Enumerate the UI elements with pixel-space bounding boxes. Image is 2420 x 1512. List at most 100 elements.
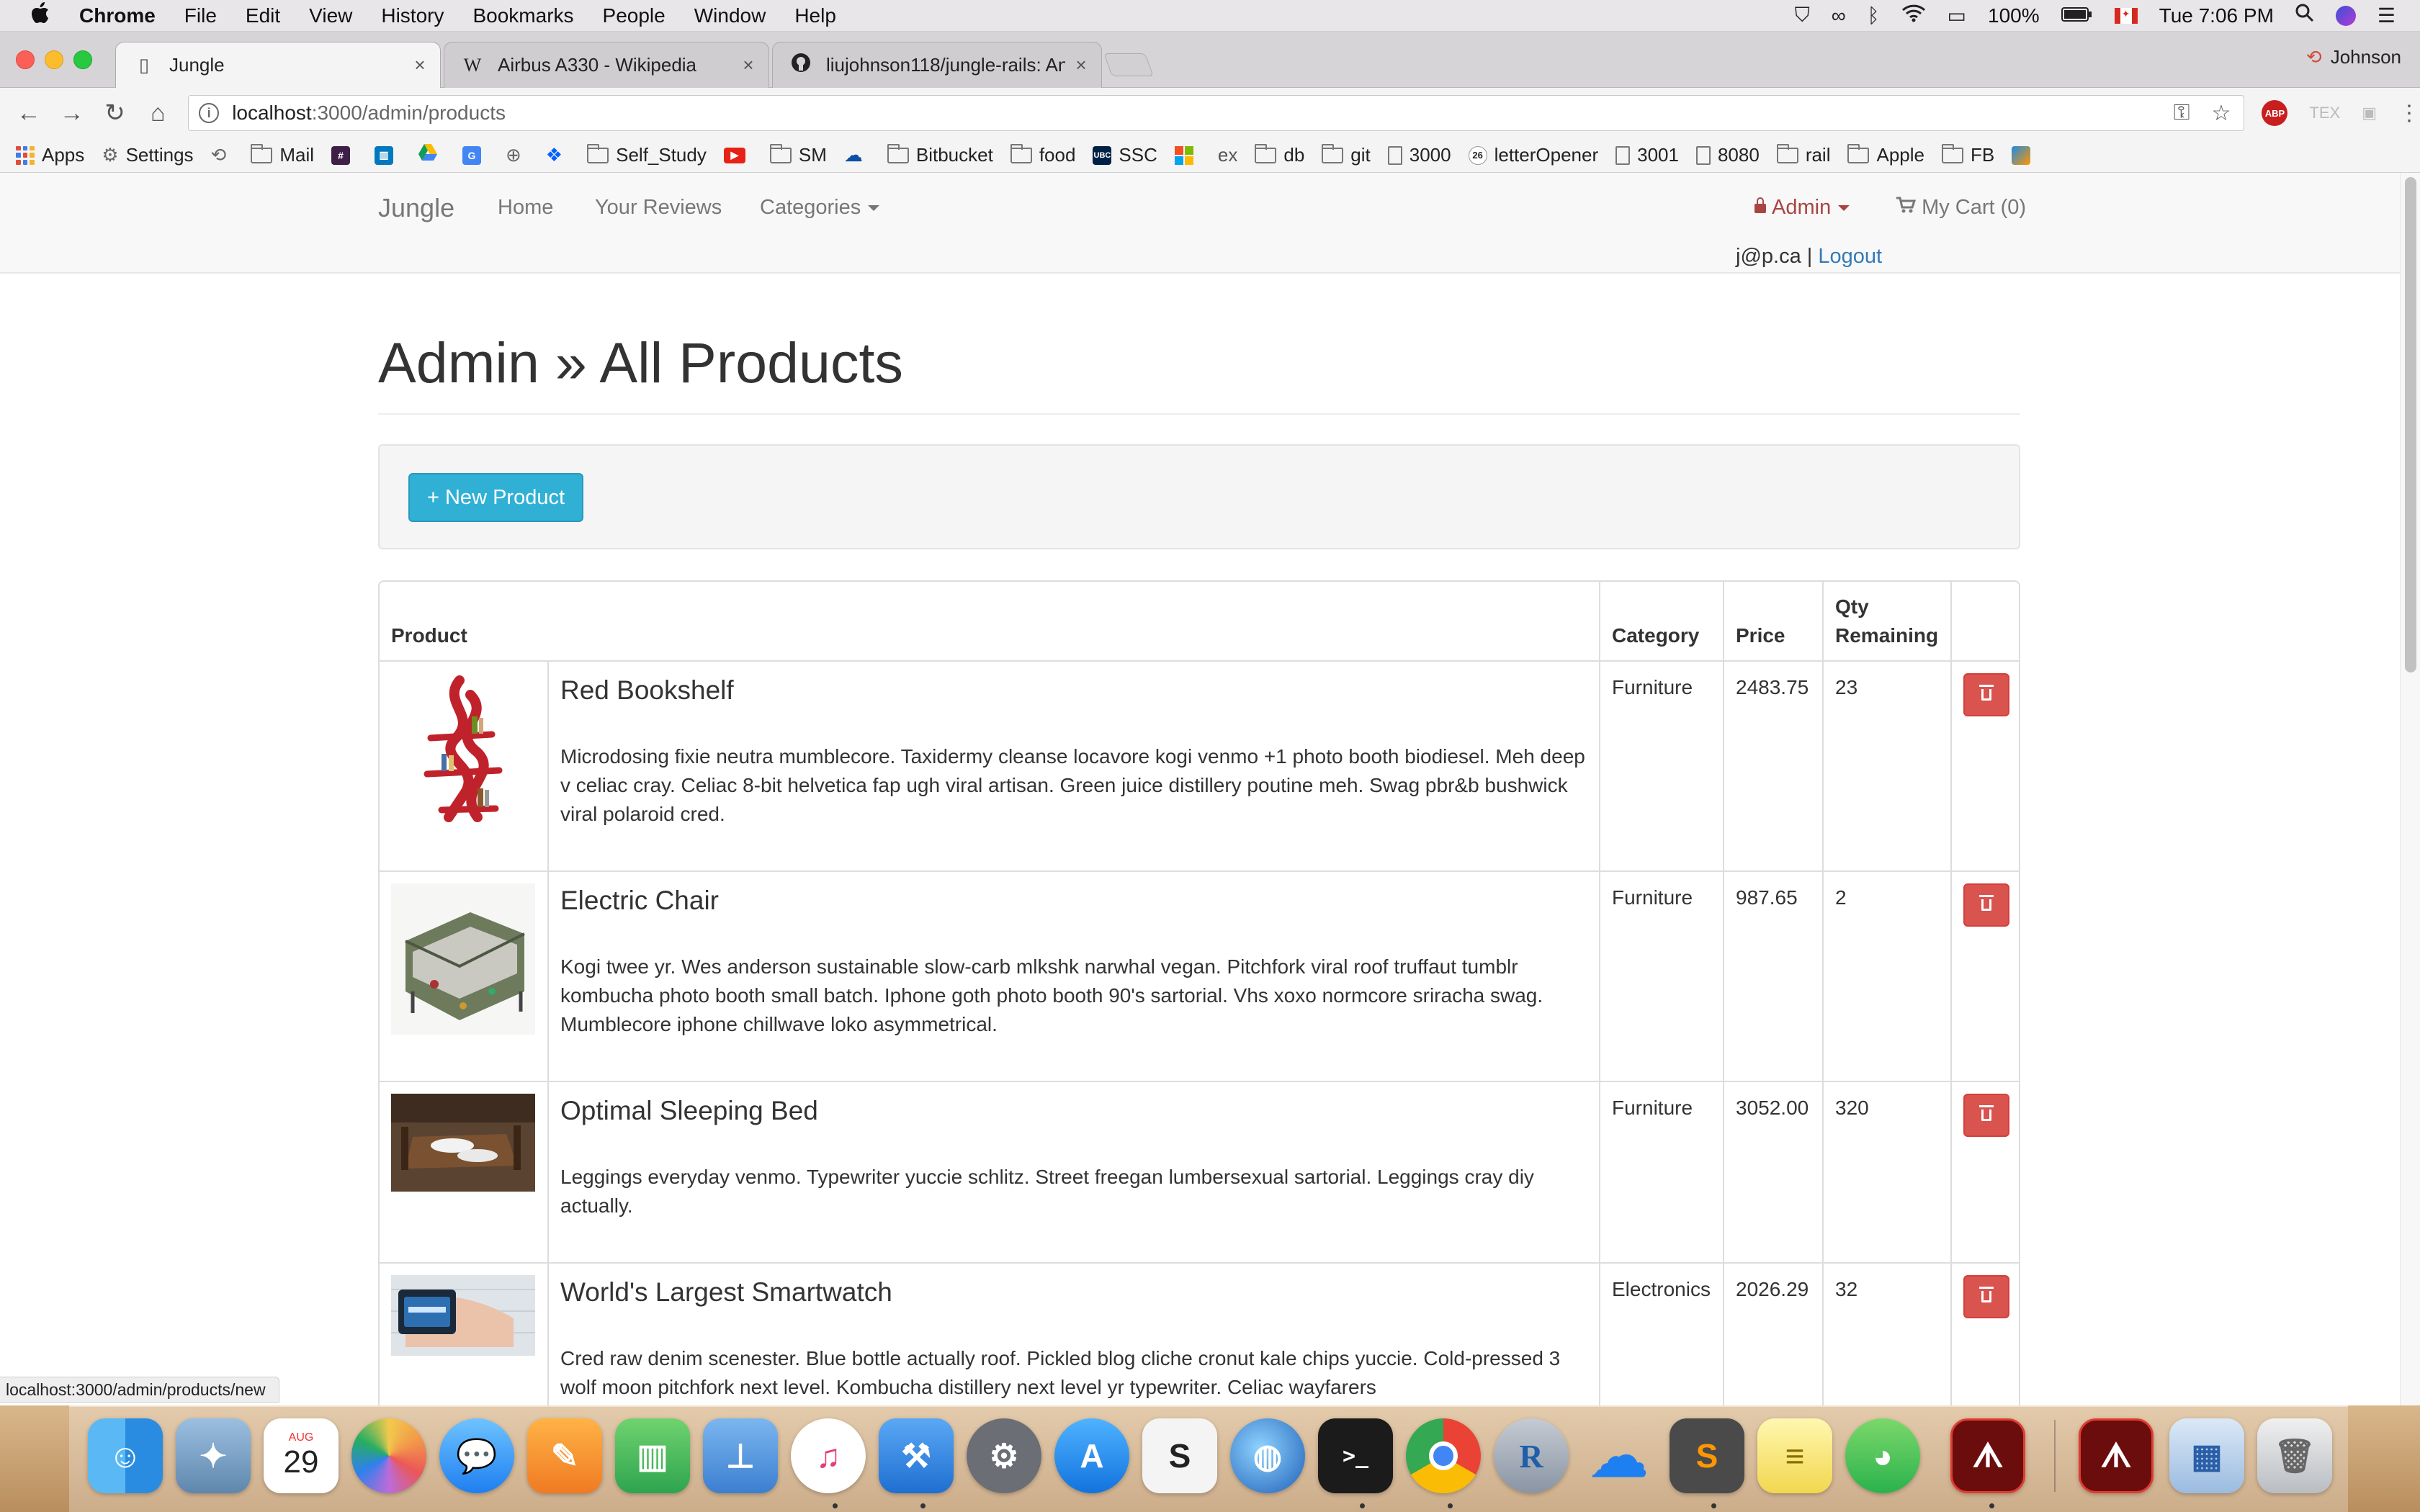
my-cart-link[interactable]: My Cart (0)	[1896, 196, 2026, 220]
tab-github[interactable]: liujohnson118/jungle-rails: An ×	[772, 42, 1102, 88]
bookmark-3000[interactable]: 3000	[1387, 144, 1451, 166]
bookmark-fb[interactable]: FB	[1941, 143, 1994, 166]
menu-edit[interactable]: Edit	[246, 4, 280, 27]
itunes-icon[interactable]: ♫	[791, 1418, 866, 1493]
bookmark-letteropener[interactable]: 26 letterOpener	[1468, 144, 1598, 166]
page-scrollbar[interactable]	[2400, 173, 2420, 1405]
tab-close-icon[interactable]: ×	[740, 54, 757, 76]
bookmark-food[interactable]: food	[1010, 143, 1075, 166]
bookmark-youtube[interactable]: ▶	[723, 147, 753, 163]
finder-icon[interactable]: ☺	[88, 1418, 163, 1493]
bookmark-translate[interactable]: G	[462, 145, 488, 165]
camera-extension-icon[interactable]: ▣	[2362, 104, 2377, 122]
xcode-icon[interactable]: ⚒	[879, 1418, 954, 1493]
apple-menu-icon[interactable]	[26, 1, 55, 30]
bookmark-circle[interactable]: ⊕	[506, 144, 529, 166]
wechat-icon[interactable]: ◕	[1845, 1418, 1920, 1493]
site-info-icon[interactable]: i	[199, 103, 220, 123]
tab-wikipedia[interactable]: W Airbus A330 - Wikipedia ×	[444, 42, 769, 88]
bookmark-db[interactable]: db	[1255, 143, 1304, 166]
preview-icon[interactable]: ✦	[176, 1418, 251, 1493]
menu-file[interactable]: File	[184, 4, 217, 27]
menu-bookmarks[interactable]: Bookmarks	[472, 4, 573, 27]
delete-product-button[interactable]	[1963, 1275, 2009, 1318]
menu-clock[interactable]: Tue 7:06 PM	[2159, 4, 2274, 27]
delete-product-button[interactable]	[1963, 673, 2009, 716]
nav-categories-dropdown[interactable]: Categories	[760, 196, 880, 220]
canada-flag-icon[interactable]	[2114, 7, 2138, 24]
bookmark-settings[interactable]: ⚙ Settings	[102, 144, 193, 166]
bookmark-star-icon[interactable]: ☆	[2212, 101, 2231, 126]
tex-extension-icon[interactable]: TEX	[2309, 104, 2340, 122]
pages-icon[interactable]: ✎	[527, 1418, 602, 1493]
bookmark-ssc[interactable]: UBC SSC	[1093, 144, 1157, 166]
bookmark-8080[interactable]: 8080	[1695, 144, 1760, 166]
product-image-electric-chair[interactable]	[391, 883, 535, 1035]
terminal-icon[interactable]: >_	[1318, 1418, 1393, 1493]
menu-window[interactable]: Window	[694, 4, 766, 27]
tab-jungle[interactable]: ▯ Jungle ×	[115, 42, 441, 88]
logout-link[interactable]: Logout	[1818, 245, 1882, 268]
slack-icon[interactable]: S	[1142, 1418, 1217, 1493]
bookmark-microsoft[interactable]	[1174, 145, 1201, 165]
bookmark-cloud[interactable]: ☁	[844, 144, 870, 166]
infinity-icon[interactable]: ∞	[1832, 4, 1846, 27]
product-image-optimal-sleeping-bed[interactable]	[391, 1094, 535, 1192]
product-image-worlds-largest-smartwatch[interactable]	[391, 1275, 535, 1356]
bookmark-ex[interactable]: ex	[1218, 144, 1237, 166]
bookmark-drive[interactable]	[418, 143, 445, 167]
bookmark-sm[interactable]: SM	[769, 143, 827, 166]
acrobat-icon[interactable]: ᗑ	[1950, 1418, 2025, 1493]
profile-switcher[interactable]: ⟲ Johnson	[2306, 46, 2401, 68]
battery-icon[interactable]	[2061, 4, 2093, 27]
bookmark-apple[interactable]: Apple	[1847, 143, 1924, 166]
r-icon[interactable]: R	[1494, 1418, 1569, 1493]
window-zoom-button[interactable]	[73, 50, 92, 69]
bookmark-apps[interactable]: Apps	[16, 144, 84, 166]
keynote-icon[interactable]: ⊥	[703, 1418, 778, 1493]
scrollbar-thumb[interactable]	[2405, 177, 2416, 672]
acrobat-icon-2[interactable]: ᗑ	[2079, 1418, 2154, 1493]
bookmark-mail[interactable]: Mail	[251, 143, 314, 166]
chrome-menu-icon[interactable]: ⋮	[2398, 101, 2420, 126]
notification-center-icon[interactable]: ☰	[2378, 4, 2396, 27]
menu-app-name[interactable]: Chrome	[79, 4, 156, 27]
siri-icon[interactable]	[2335, 5, 2356, 26]
bookmark-app-square[interactable]	[2012, 145, 2038, 165]
spotlight-search-icon[interactable]	[2295, 4, 2314, 27]
network-icon[interactable]: ◍	[1230, 1418, 1305, 1493]
sublime-icon[interactable]: S	[1670, 1418, 1744, 1493]
adblock-plus-icon[interactable]: ABP	[2262, 100, 2288, 126]
delete-product-button[interactable]	[1963, 883, 2009, 927]
bookmark-git[interactable]: git	[1322, 143, 1371, 166]
menu-help[interactable]: Help	[794, 4, 836, 27]
chrome-icon[interactable]	[1406, 1418, 1481, 1493]
tab-close-icon[interactable]: ×	[1072, 54, 1090, 76]
window-close-button[interactable]	[16, 50, 35, 69]
home-icon[interactable]: ⌂	[143, 99, 172, 127]
password-manager-icon[interactable]: ⛉	[1795, 4, 1810, 27]
bookmark-history[interactable]: ⟲	[211, 144, 234, 166]
onedrive-icon[interactable]: ☁	[1582, 1418, 1657, 1493]
window-minimize-button[interactable]	[45, 50, 63, 69]
menu-view[interactable]: View	[309, 4, 352, 27]
system-preferences-icon[interactable]: ⚙	[967, 1418, 1041, 1493]
tab-close-icon[interactable]: ×	[411, 54, 429, 76]
nav-your-reviews[interactable]: Your Reviews	[595, 196, 722, 220]
bookmark-rail[interactable]: rail	[1776, 143, 1830, 166]
trash-icon[interactable]: 🗑	[2257, 1418, 2332, 1493]
new-product-button[interactable]: + New Product	[408, 473, 584, 522]
app-store-icon[interactable]: A	[1054, 1418, 1129, 1493]
bookmark-trello[interactable]: ▥	[375, 145, 400, 165]
address-bar[interactable]: i localhost :3000/admin/products ⚿ ☆	[188, 95, 2245, 131]
airplay-icon[interactable]: ▭	[1948, 4, 1966, 27]
menu-people[interactable]: People	[603, 4, 666, 27]
wifi-icon[interactable]	[1901, 4, 1926, 27]
bookmark-slack[interactable]: #	[331, 145, 357, 165]
bookmark-3001[interactable]: 3001	[1615, 144, 1679, 166]
new-tab-button[interactable]	[1103, 53, 1154, 76]
calendar-icon[interactable]: AUG 29	[264, 1418, 339, 1493]
forward-arrow-icon[interactable]: →	[58, 99, 86, 127]
bookmark-dropbox[interactable]: ❖	[546, 144, 570, 166]
reload-icon[interactable]: ↻	[101, 99, 130, 127]
